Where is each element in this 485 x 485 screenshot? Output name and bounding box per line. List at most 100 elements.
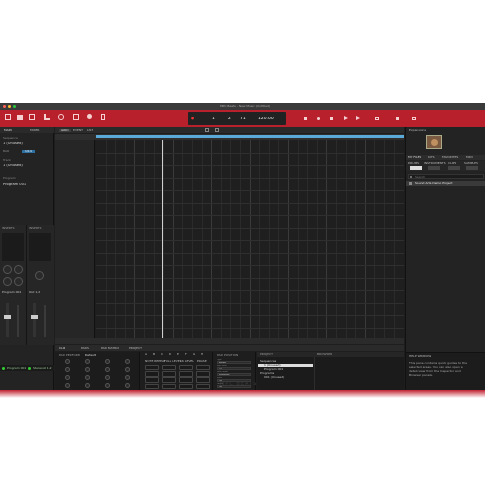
track-value[interactable]: 1 (Unused) bbox=[3, 164, 23, 168]
drum-pad[interactable] bbox=[196, 365, 210, 371]
browser-list-item[interactable]: Sound Arts Demo Project bbox=[406, 181, 485, 186]
tree-sequences[interactable]: Sequences bbox=[260, 360, 276, 363]
bpm-display[interactable]: 120.00 bbox=[258, 117, 274, 122]
sequence-value[interactable]: 1 (Unused) bbox=[3, 142, 23, 146]
mixer-icon[interactable] bbox=[73, 114, 79, 120]
insert-slots-a[interactable] bbox=[2, 233, 24, 261]
tab-event[interactable]: EVENT bbox=[73, 129, 83, 132]
folder-icon[interactable] bbox=[17, 115, 23, 120]
tab-kits[interactable]: KITS bbox=[428, 156, 435, 159]
filter-clips-toggle[interactable] bbox=[448, 166, 460, 170]
tab-mixer[interactable]: MIXER bbox=[30, 129, 40, 132]
tab-list[interactable]: LIST bbox=[87, 129, 93, 132]
position-bar[interactable]: 1 bbox=[212, 117, 215, 122]
drum-pad[interactable] bbox=[179, 383, 193, 389]
program-icon[interactable] bbox=[101, 114, 105, 120]
drum-pad[interactable] bbox=[145, 365, 159, 371]
drum-pad[interactable] bbox=[145, 371, 159, 377]
filter-samples[interactable]: SAMPLES bbox=[464, 162, 478, 165]
overdub-icon[interactable] bbox=[330, 117, 333, 120]
settings-icon[interactable] bbox=[87, 114, 92, 119]
drum-pad[interactable] bbox=[162, 371, 176, 377]
close-window-button[interactable] bbox=[3, 105, 6, 108]
filter-clips[interactable]: CLIPS bbox=[448, 162, 456, 165]
fader-b[interactable] bbox=[31, 315, 38, 319]
velocity-lane[interactable] bbox=[55, 338, 404, 344]
count-in-icon[interactable] bbox=[396, 117, 399, 120]
drum-pad[interactable] bbox=[196, 371, 210, 377]
play-icon[interactable] bbox=[344, 116, 348, 120]
play-start-icon[interactable] bbox=[356, 116, 360, 120]
filter-drums-toggle[interactable] bbox=[410, 166, 422, 170]
pad-bank-a[interactable]: A bbox=[145, 353, 147, 356]
drum-pad[interactable] bbox=[196, 377, 210, 383]
tab-pad-matrix[interactable]: PAD MATRIX bbox=[101, 347, 119, 350]
drum-pad[interactable] bbox=[145, 377, 159, 383]
tab-favorites[interactable]: FAVORITES bbox=[442, 156, 458, 159]
footer-label-b[interactable]: Stereout 1,2 bbox=[33, 367, 52, 370]
filter-samples-toggle[interactable] bbox=[466, 166, 478, 170]
metronome-icon[interactable] bbox=[375, 117, 379, 120]
save-icon[interactable] bbox=[29, 114, 35, 120]
position-tick[interactable]: 71 bbox=[240, 117, 246, 122]
tab-grid[interactable]: GRID bbox=[59, 128, 71, 132]
pad-control-erase[interactable]: ERASE bbox=[197, 360, 207, 363]
drum-pad[interactable] bbox=[179, 365, 193, 371]
tab-clip[interactable]: CLIP bbox=[59, 347, 65, 350]
browser-icon[interactable] bbox=[44, 114, 50, 120]
search-input[interactable]: Search bbox=[408, 174, 484, 179]
pad-perform-value[interactable]: Default bbox=[85, 354, 96, 357]
fader-a[interactable] bbox=[4, 315, 11, 319]
note-grid[interactable] bbox=[96, 140, 404, 344]
pad-control-full-level[interactable]: FULL LEVEL bbox=[164, 360, 181, 363]
send-knob-a1[interactable] bbox=[3, 265, 12, 274]
tree-program-unused[interactable]: 001 (Unused) bbox=[264, 376, 284, 379]
filter-drums[interactable]: DRUMS bbox=[408, 162, 419, 165]
tab-main[interactable]: MAIN bbox=[4, 129, 12, 132]
position-beat[interactable]: 2 bbox=[228, 117, 231, 122]
drum-pad[interactable] bbox=[179, 377, 193, 383]
drum-pad[interactable] bbox=[179, 371, 193, 377]
pad-bank-c[interactable]: C bbox=[161, 353, 163, 356]
tree-sequence-1[interactable]: 1 (Unused) bbox=[258, 364, 313, 367]
expansion-artwork[interactable] bbox=[426, 135, 442, 149]
tab-midi[interactable]: MIDI bbox=[466, 156, 473, 159]
playhead[interactable] bbox=[162, 140, 163, 344]
bar-value[interactable]: 1/14 bbox=[22, 150, 35, 153]
drum-pad[interactable] bbox=[162, 383, 176, 389]
pad-bank-g[interactable]: G bbox=[193, 353, 195, 356]
drum-pad[interactable] bbox=[196, 383, 210, 389]
loop-region[interactable] bbox=[96, 135, 404, 138]
pan-knob-b[interactable] bbox=[35, 271, 44, 280]
pad-bank-d[interactable]: D bbox=[169, 353, 171, 356]
keyboard-icon[interactable] bbox=[412, 117, 416, 120]
pad-control-16-level[interactable]: 16 LEVEL bbox=[180, 360, 194, 363]
sampler-icon[interactable] bbox=[58, 114, 64, 120]
pad-bank-b[interactable]: B bbox=[153, 353, 155, 356]
tab-pads[interactable]: PADS bbox=[81, 347, 89, 350]
drum-pad[interactable] bbox=[145, 383, 159, 389]
send-knob-a4[interactable] bbox=[14, 277, 23, 286]
filter-instruments[interactable]: INSTRUMENTS bbox=[424, 162, 446, 165]
minimize-window-button[interactable] bbox=[8, 105, 11, 108]
pencil-tool-icon[interactable] bbox=[205, 128, 209, 132]
maximize-window-button[interactable] bbox=[13, 105, 16, 108]
select-tool-icon[interactable] bbox=[215, 128, 219, 132]
tab-project[interactable]: PROJECT bbox=[129, 347, 142, 350]
tab-my-files[interactable]: MY FILES bbox=[408, 156, 421, 159]
send-knob-a3[interactable] bbox=[3, 277, 12, 286]
send-knob-a2[interactable] bbox=[14, 265, 23, 274]
record-icon[interactable] bbox=[317, 117, 320, 120]
pad-control-note-repeat[interactable]: NOTE REPEAT bbox=[145, 360, 166, 363]
tree-programs[interactable]: Programs bbox=[260, 372, 274, 375]
pad-bank-e[interactable]: E bbox=[177, 353, 179, 356]
new-file-icon[interactable] bbox=[5, 114, 11, 120]
pad-bank-h[interactable]: H bbox=[201, 353, 203, 356]
footer-label-a[interactable]: Program 001 bbox=[7, 367, 26, 370]
stop-icon[interactable] bbox=[304, 117, 307, 120]
drum-pad[interactable] bbox=[162, 377, 176, 383]
filter-instruments-toggle[interactable] bbox=[428, 166, 440, 170]
pad-field-value[interactable]: C3 bbox=[217, 367, 251, 371]
pad-field-value[interactable]: Polyphonic bbox=[217, 373, 251, 377]
program-value[interactable]: Program 001 bbox=[3, 183, 26, 187]
